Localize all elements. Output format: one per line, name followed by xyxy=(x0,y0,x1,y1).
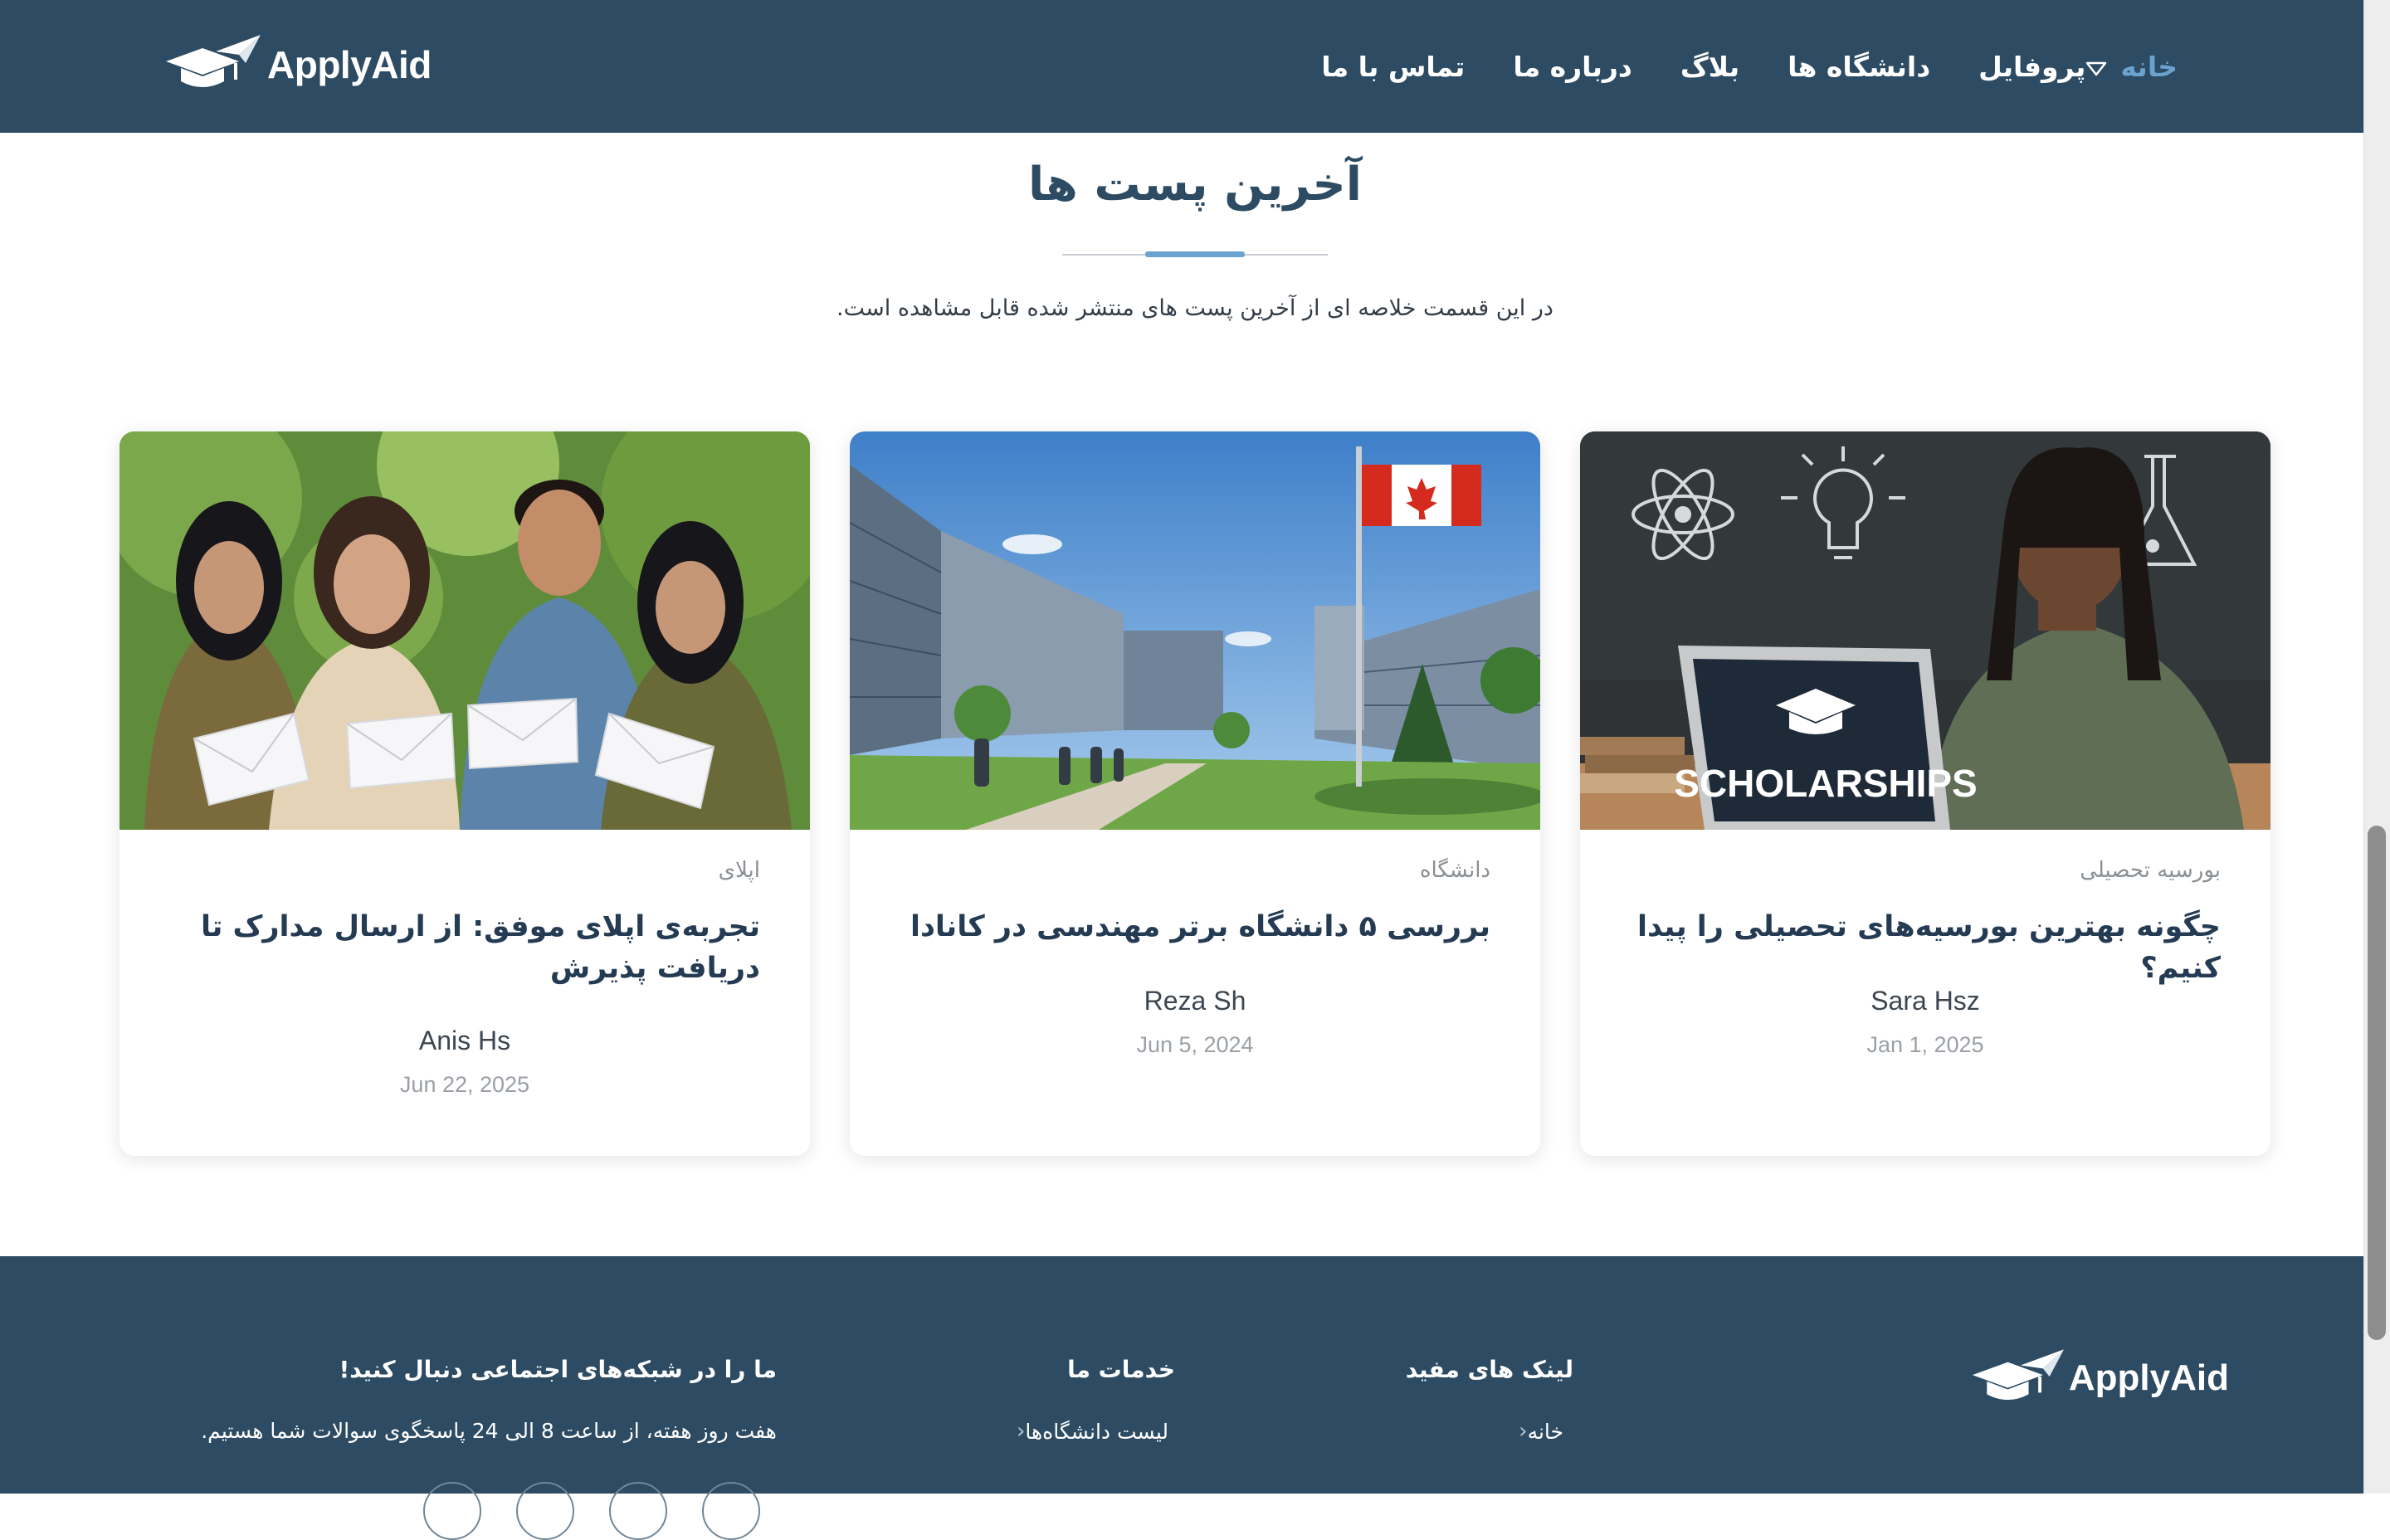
nav-item-universities[interactable]: دانشگاه ها xyxy=(1788,51,1930,83)
post-title[interactable]: تجربه‌ی اپلای موفق: از ارسال مدارک تا در… xyxy=(163,906,760,989)
footer-support-hours: هفت روز هفته، از ساعت 8 الی 24 پاسخگوی س… xyxy=(201,1419,777,1443)
top-navbar: ApplyAid خانه پروفایل دانشگاه ها بلاگ در… xyxy=(0,0,2363,133)
post-date: Jun 5, 2024 xyxy=(1136,1032,1254,1057)
post-card[interactable]: دانشگاه بررسی ۵ دانشگاه برتر مهندسی در ک… xyxy=(850,431,1540,1156)
nav-item-profile[interactable]: پروفایل xyxy=(1978,51,2120,83)
social-button[interactable] xyxy=(702,1482,760,1540)
nav-item-profile-label: پروفایل xyxy=(1978,50,2086,83)
post-date: Jun 22, 2025 xyxy=(399,1072,530,1097)
scrollbar-thumb[interactable] xyxy=(2368,826,2386,1340)
footer-services-heading: خدمات ما xyxy=(1067,1356,1175,1383)
post-author: Anis Hs xyxy=(418,1026,511,1055)
post-author: Sara Hsz xyxy=(1871,986,1980,1016)
nav-item-about[interactable]: درباره ما xyxy=(1513,51,1632,83)
post-image[interactable] xyxy=(850,431,1540,830)
post-category[interactable]: اپلای xyxy=(719,858,760,883)
social-button[interactable] xyxy=(516,1482,574,1540)
post-card[interactable]: SCHOLARSHIPS بورسیه تحصیلی چگونه بهترین … xyxy=(1580,431,2270,1156)
footer-link-universities-label: لیست دانشگاه‌ها xyxy=(1025,1419,1168,1444)
post-card[interactable]: اپلای تجربه‌ی اپلای موفق: از ارسال مدارک… xyxy=(120,431,810,1156)
footer-brand-name: ApplyAid xyxy=(2068,1357,2229,1398)
social-button[interactable] xyxy=(609,1482,667,1540)
post-category[interactable]: بورسیه تحصیلی xyxy=(2080,858,2221,883)
nav-item-home[interactable]: خانه xyxy=(2120,51,2178,83)
footer-link-universities-list[interactable]: لیست دانشگاه‌ها ‹ xyxy=(1005,1419,1168,1444)
footer-social-heading: ما را در شبکه‌های اجتماعی دنبال کنید! xyxy=(339,1356,777,1383)
chevron-down-icon xyxy=(2085,51,2107,83)
graduation-cap-plane-icon xyxy=(166,35,261,87)
section-title: آخرین پست ها xyxy=(1028,158,1362,212)
section-subtitle: در این قسمت خلاصه ای از آخرین پست های من… xyxy=(836,295,1554,321)
graduation-cap-plane-icon xyxy=(1972,1349,2064,1401)
brand-logo[interactable]: ApplyAid xyxy=(163,30,432,100)
chevron-left-icon: ‹ xyxy=(1016,1419,1026,1444)
footer-link-home-label: خانه xyxy=(1527,1419,1563,1444)
chevron-left-icon: ‹ xyxy=(1519,1419,1528,1444)
main-nav: خانه پروفایل دانشگاه ها بلاگ درباره ما ت… xyxy=(1273,0,2178,133)
brand-name: ApplyAid xyxy=(267,43,432,86)
social-button[interactable] xyxy=(423,1482,481,1540)
nav-item-blog[interactable]: بلاگ xyxy=(1680,51,1739,83)
footer: ApplyAid لینک های مفید خانه ‹ خدمات ما ل… xyxy=(0,1256,2363,1494)
laptop-screen-text: SCHOLARSHIPS xyxy=(1674,762,1977,805)
footer-brand[interactable]: ApplyAid xyxy=(1969,1348,2229,1409)
footer-useful-links-heading: لینک های مفید xyxy=(1405,1356,1573,1383)
post-title[interactable]: چگونه بهترین بورسیه‌های تحصیلی را پیدا ک… xyxy=(1623,906,2221,989)
nav-item-contact[interactable]: تماس با ما xyxy=(1321,51,1465,83)
post-title[interactable]: بررسی ۵ دانشگاه برتر مهندسی در کانادا xyxy=(893,906,1490,948)
post-image[interactable] xyxy=(120,431,810,830)
footer-link-home[interactable]: خانه ‹ xyxy=(1507,1419,1563,1444)
post-author: Reza Sh xyxy=(1144,986,1246,1016)
post-category[interactable]: دانشگاه xyxy=(1420,858,1490,883)
section-divider-accent xyxy=(1145,251,1245,257)
post-image[interactable]: SCHOLARSHIPS xyxy=(1580,431,2270,830)
post-date: Jan 1, 2025 xyxy=(1866,1032,1984,1057)
